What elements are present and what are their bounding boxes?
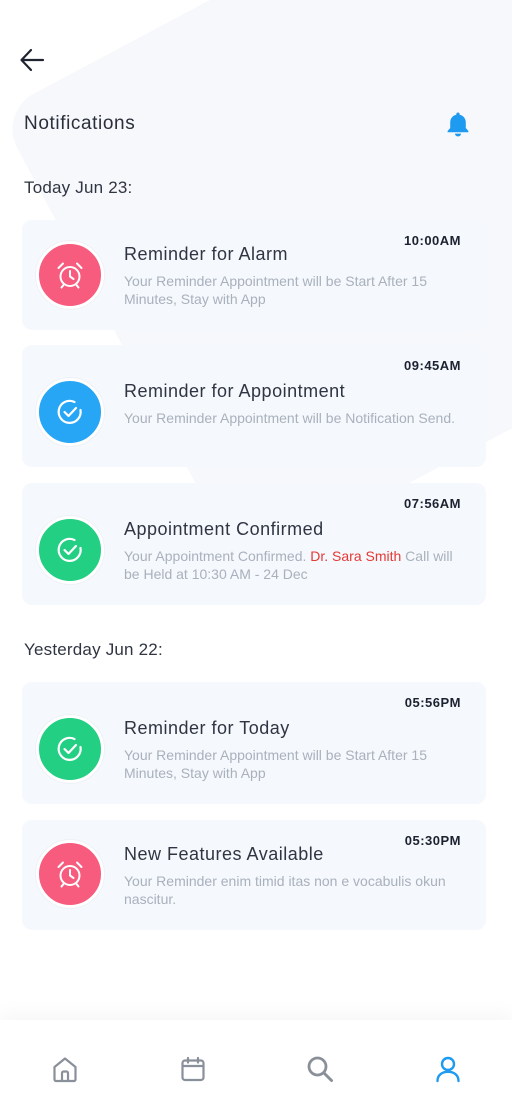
page-title: Notifications bbox=[24, 113, 136, 134]
nav-profile[interactable] bbox=[431, 1052, 465, 1086]
section-title-yesterday: Yesterday Jun 22: bbox=[24, 640, 163, 659]
section-title-today: Today Jun 23: bbox=[24, 178, 133, 197]
check-circle-icon bbox=[57, 399, 82, 424]
notification-title: Reminder for Today bbox=[124, 718, 290, 738]
notification-description: Your Reminder Appointment will be Start … bbox=[124, 747, 427, 781]
notification-title: New Features Available bbox=[124, 844, 324, 864]
nav-calendar[interactable] bbox=[176, 1052, 210, 1086]
back-button[interactable] bbox=[16, 44, 48, 76]
notification-description: Your Reminder enim timid itas non e voca… bbox=[124, 873, 446, 907]
notification-avatar bbox=[36, 241, 104, 309]
notification-description: Your Appointment Confirmed. Dr. Sara Smi… bbox=[124, 547, 464, 583]
notification-card[interactable]: 05:56PM Reminder for Today Your Reminder… bbox=[22, 682, 486, 804]
calendar-icon bbox=[181, 1056, 205, 1082]
bottom-navigation bbox=[0, 1020, 512, 1108]
nav-home[interactable] bbox=[48, 1052, 82, 1086]
notification-card[interactable]: 07:56AM Appointment Confirmed Your Appoi… bbox=[22, 483, 486, 605]
doctor-name-link[interactable]: Dr. Sara Smith bbox=[310, 548, 401, 564]
notification-title: Appointment Confirmed bbox=[124, 519, 324, 539]
notification-time: 05:30PM bbox=[404, 833, 461, 848]
notification-time: 05:56PM bbox=[404, 695, 461, 710]
check-circle-icon bbox=[57, 537, 82, 562]
notification-description: Your Reminder Appointment will be Start … bbox=[124, 273, 427, 307]
notification-bell-button[interactable] bbox=[442, 108, 474, 140]
notification-time: 10:00AM bbox=[404, 233, 461, 248]
alarm-clock-icon bbox=[57, 262, 83, 289]
notification-title: Reminder for Alarm bbox=[124, 244, 289, 264]
notification-time: 07:56AM bbox=[404, 496, 461, 511]
notification-card[interactable]: 10:00AM Reminder for Alarm Your Reminder… bbox=[22, 220, 486, 330]
header: Notifications bbox=[0, 0, 512, 160]
bell-icon bbox=[447, 112, 469, 137]
notification-title: Reminder for Appointment bbox=[124, 381, 346, 401]
notification-avatar bbox=[36, 516, 104, 584]
notification-avatar bbox=[36, 840, 104, 908]
notification-card[interactable]: 05:30PM New Features Available Your Remi… bbox=[22, 820, 486, 930]
notification-description: Your Reminder Appointment will be Notifi… bbox=[124, 410, 456, 426]
user-icon bbox=[436, 1056, 460, 1083]
check-circle-icon bbox=[57, 736, 82, 761]
home-icon bbox=[53, 1057, 77, 1083]
search-icon bbox=[307, 1056, 333, 1082]
notification-time: 09:45AM bbox=[404, 358, 461, 373]
description-text: Your Appointment Confirmed. bbox=[124, 548, 311, 564]
nav-search[interactable] bbox=[303, 1052, 337, 1086]
alarm-clock-icon bbox=[57, 861, 83, 888]
notification-avatar bbox=[36, 378, 104, 446]
notification-avatar bbox=[36, 715, 104, 783]
notification-card[interactable]: 09:45AM Reminder for Appointment Your Re… bbox=[22, 345, 486, 467]
arrow-left-icon bbox=[20, 48, 45, 72]
